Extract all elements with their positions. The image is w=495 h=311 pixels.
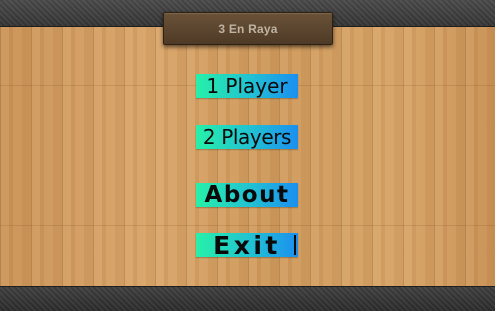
exit-button[interactable]: Exit	[196, 233, 298, 257]
exit-label: Exit	[213, 233, 281, 257]
app-title: 3 En Raya	[218, 21, 278, 36]
about-button[interactable]: About	[196, 183, 298, 207]
one-player-label: 1 Player	[206, 74, 288, 98]
one-player-button[interactable]: 1 Player	[196, 74, 298, 98]
bottom-bar	[0, 286, 495, 311]
two-players-label: 2 Players	[202, 125, 292, 149]
about-label: About	[204, 183, 290, 207]
two-players-button[interactable]: 2 Players	[196, 125, 298, 149]
title-plate: 3 En Raya	[163, 12, 333, 45]
